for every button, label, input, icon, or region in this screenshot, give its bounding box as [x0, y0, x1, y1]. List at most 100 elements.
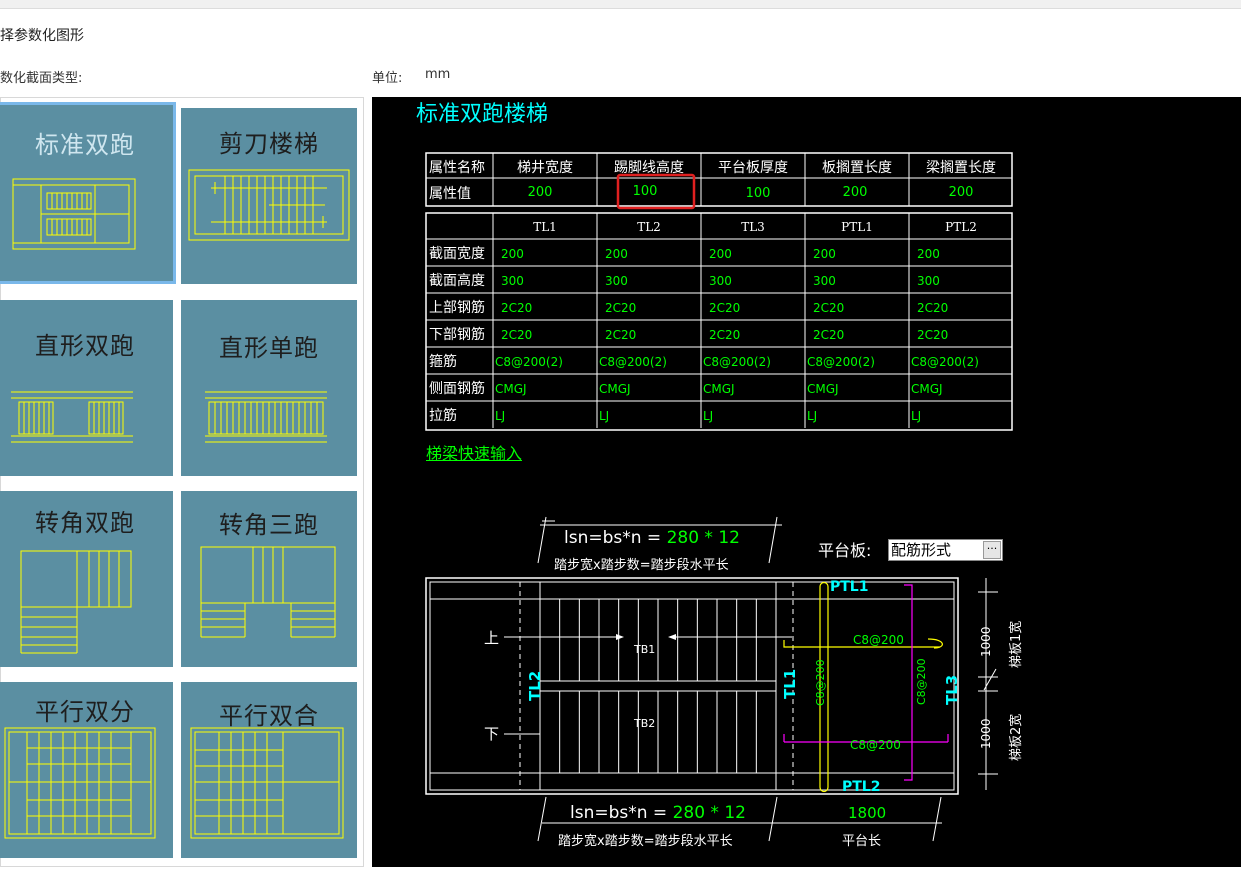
beam-table: TL1 TL2 TL3 PTL1 PTL2 截面宽度 200 200 200 200 200 截面高度…	[425, 212, 1013, 431]
plan-up-label: 上	[484, 629, 499, 647]
beam-cell-value[interactable]: 300	[813, 274, 836, 288]
beam-cell-value[interactable]: CMGJ	[911, 382, 943, 396]
beam-cell-value[interactable]: CMGJ	[599, 382, 631, 396]
beam-cell-value[interactable]: C8@200(2)	[703, 355, 771, 369]
preview-canvas: 标准双跑楼梯 属性名称 属性值 梯井宽度 踢脚线高度 平台板厚度 板搁置长度 梁…	[372, 97, 1241, 867]
beam-row-label: 截面宽度	[429, 245, 485, 262]
type-label: 平行双分	[35, 698, 135, 726]
platform-dropdown-value: 配筋形式	[891, 541, 952, 559]
beam-cell-value[interactable]: 2C20	[709, 328, 740, 342]
params-col: 平台板厚度	[718, 160, 788, 176]
params-value-field[interactable]: 200	[843, 185, 868, 200]
unit-value: mm	[425, 67, 451, 82]
params-value-field[interactable]: 100	[746, 186, 771, 201]
beam-cell-value[interactable]: LJ	[911, 409, 921, 423]
beam-cell-value[interactable]: LJ	[807, 409, 817, 423]
formula-bottom-caption: 踏步宽x踏步数=踏步段水平长	[558, 833, 733, 849]
plan-platform-length-value: 1800	[848, 804, 886, 822]
beam-row-label: 侧面钢筋	[429, 380, 485, 397]
type-tile-corner-triple[interactable]: 转角三跑	[181, 491, 357, 667]
plan-tb2: TB2	[633, 717, 655, 730]
quick-input-link[interactable]: 梯梁快速输入	[426, 440, 522, 464]
params-col: 梁搁置长度	[926, 160, 996, 176]
beam-cell-value[interactable]: LJ	[703, 409, 713, 423]
beam-cell-value[interactable]: 200	[605, 247, 628, 261]
type-label: 直形单跑	[219, 334, 319, 362]
beam-cell-value[interactable]: 200	[501, 247, 524, 261]
type-tile-corner-double[interactable]: 转角双跑	[0, 491, 173, 667]
beam-cell-value[interactable]: C8@200(2)	[807, 355, 875, 369]
beam-cell-value[interactable]: 200	[813, 247, 836, 261]
beam-cell-value[interactable]: CMGJ	[807, 382, 839, 396]
beam-cell-value[interactable]: 2C20	[501, 301, 532, 315]
stair-type-grid: 标准双跑 剪刀楼梯 直形双跑 直形单跑 转角双跑 转角三跑 平行双分 平行双合	[0, 97, 364, 867]
beam-col-header: TL3	[741, 220, 765, 234]
type-tile-parallel-split[interactable]: 平行双分	[0, 682, 173, 858]
formula-top-caption: 踏步宽x踏步数=踏步段水平长	[554, 557, 729, 573]
plan-tb1: TB1	[633, 643, 655, 656]
beam-col-header: TL2	[637, 220, 661, 234]
type-tile-parallel-merge[interactable]: 平行双合	[181, 682, 357, 858]
ellipsis-button[interactable]: ···	[983, 541, 1001, 559]
beam-cell-value[interactable]: 2C20	[709, 301, 740, 315]
beam-cell-value[interactable]: C8@200(2)	[911, 355, 979, 369]
type-label: 标准双跑	[35, 131, 135, 159]
beam-cell-value[interactable]: CMGJ	[495, 382, 527, 396]
type-tile-scissor[interactable]: 剪刀楼梯	[181, 108, 357, 284]
type-tile-standard-double[interactable]: 标准双跑	[0, 102, 176, 284]
preview-drawing: 标准双跑楼梯 属性名称 属性值 梯井宽度 踢脚线高度 平台板厚度 板搁置长度 梁…	[416, 102, 1024, 849]
params-header-value: 属性值	[429, 186, 471, 202]
beam-col-header: TL1	[533, 220, 557, 234]
params-table: 属性名称 属性值 梯井宽度 踢脚线高度 平台板厚度 板搁置长度 梁搁置长度 20…	[425, 152, 1013, 210]
params-value-field[interactable]: 100	[633, 184, 658, 199]
beam-cell-value[interactable]: 300	[709, 274, 732, 288]
plan-rebar-h2: C8@200	[850, 738, 901, 752]
formula-top: lsn=bs*n = 280 * 12 踏步宽x踏步数=踏步段水平长	[537, 516, 782, 573]
type-tile-straight-double[interactable]: 直形双跑	[0, 300, 173, 476]
plan-width2-label: 梯板2宽	[1008, 714, 1024, 761]
beam-cell-value[interactable]: 300	[605, 274, 628, 288]
unit-label: 单位:	[372, 71, 403, 86]
plan-width1-value: 1000	[979, 626, 993, 657]
plan-rebar-v2: C8@200	[915, 658, 928, 705]
beam-cell-value[interactable]: CMGJ	[703, 382, 735, 396]
beam-col-header: PTL2	[945, 220, 977, 234]
formula-top-prefix: lsn=bs*n = 280 * 12	[564, 528, 740, 548]
type-tile-straight-single[interactable]: 直形单跑	[181, 300, 357, 476]
beam-cell-value[interactable]: 300	[917, 274, 940, 288]
beam-cell-value[interactable]: 2C20	[917, 328, 948, 342]
beam-cell-value[interactable]: C8@200(2)	[495, 355, 563, 369]
type-label: 直形双跑	[35, 332, 135, 360]
type-label: 剪刀楼梯	[219, 130, 319, 158]
stair-plan	[425, 577, 959, 795]
beam-cell-value[interactable]: 2C20	[501, 328, 532, 342]
plan-width2-value: 1000	[979, 718, 993, 749]
params-header-name: 属性名称	[429, 160, 485, 176]
beam-cell-value[interactable]: 300	[501, 274, 524, 288]
preview-title: 标准双跑楼梯	[416, 102, 548, 127]
plan-down-label: 下	[484, 725, 499, 743]
formula-bottom-prefix: lsn=bs*n = 280 * 12	[570, 803, 746, 823]
platform-reinforcement-dropdown[interactable]: 配筋形式 ···	[888, 539, 1003, 561]
plan-width1-label: 梯板1宽	[1008, 621, 1024, 668]
params-col: 踢脚线高度	[614, 159, 684, 176]
plan-tl2: TL2	[526, 671, 544, 701]
beam-cell-value[interactable]: 200	[709, 247, 732, 261]
params-value-field[interactable]: 200	[949, 185, 974, 200]
plan-ptl2: PTL2	[842, 779, 880, 795]
beam-cell-value[interactable]: 2C20	[813, 328, 844, 342]
beam-cell-value[interactable]: LJ	[599, 409, 609, 423]
type-label: 转角三跑	[219, 511, 319, 539]
beam-cell-value[interactable]: 200	[917, 247, 940, 261]
beam-cell-value[interactable]: 2C20	[813, 301, 844, 315]
beam-cell-value[interactable]: 2C20	[917, 301, 948, 315]
type-label: 转角双跑	[35, 509, 135, 537]
beam-col-header: PTL1	[841, 220, 873, 234]
params-col: 板搁置长度	[822, 160, 892, 176]
beam-cell-value[interactable]: 2C20	[605, 328, 636, 342]
params-value-field[interactable]: 200	[528, 185, 553, 200]
beam-cell-value[interactable]: LJ	[495, 409, 505, 423]
beam-cell-value[interactable]: C8@200(2)	[599, 355, 667, 369]
beam-cell-value[interactable]: 2C20	[605, 301, 636, 315]
section-type-label: 数化截面类型:	[0, 71, 83, 86]
